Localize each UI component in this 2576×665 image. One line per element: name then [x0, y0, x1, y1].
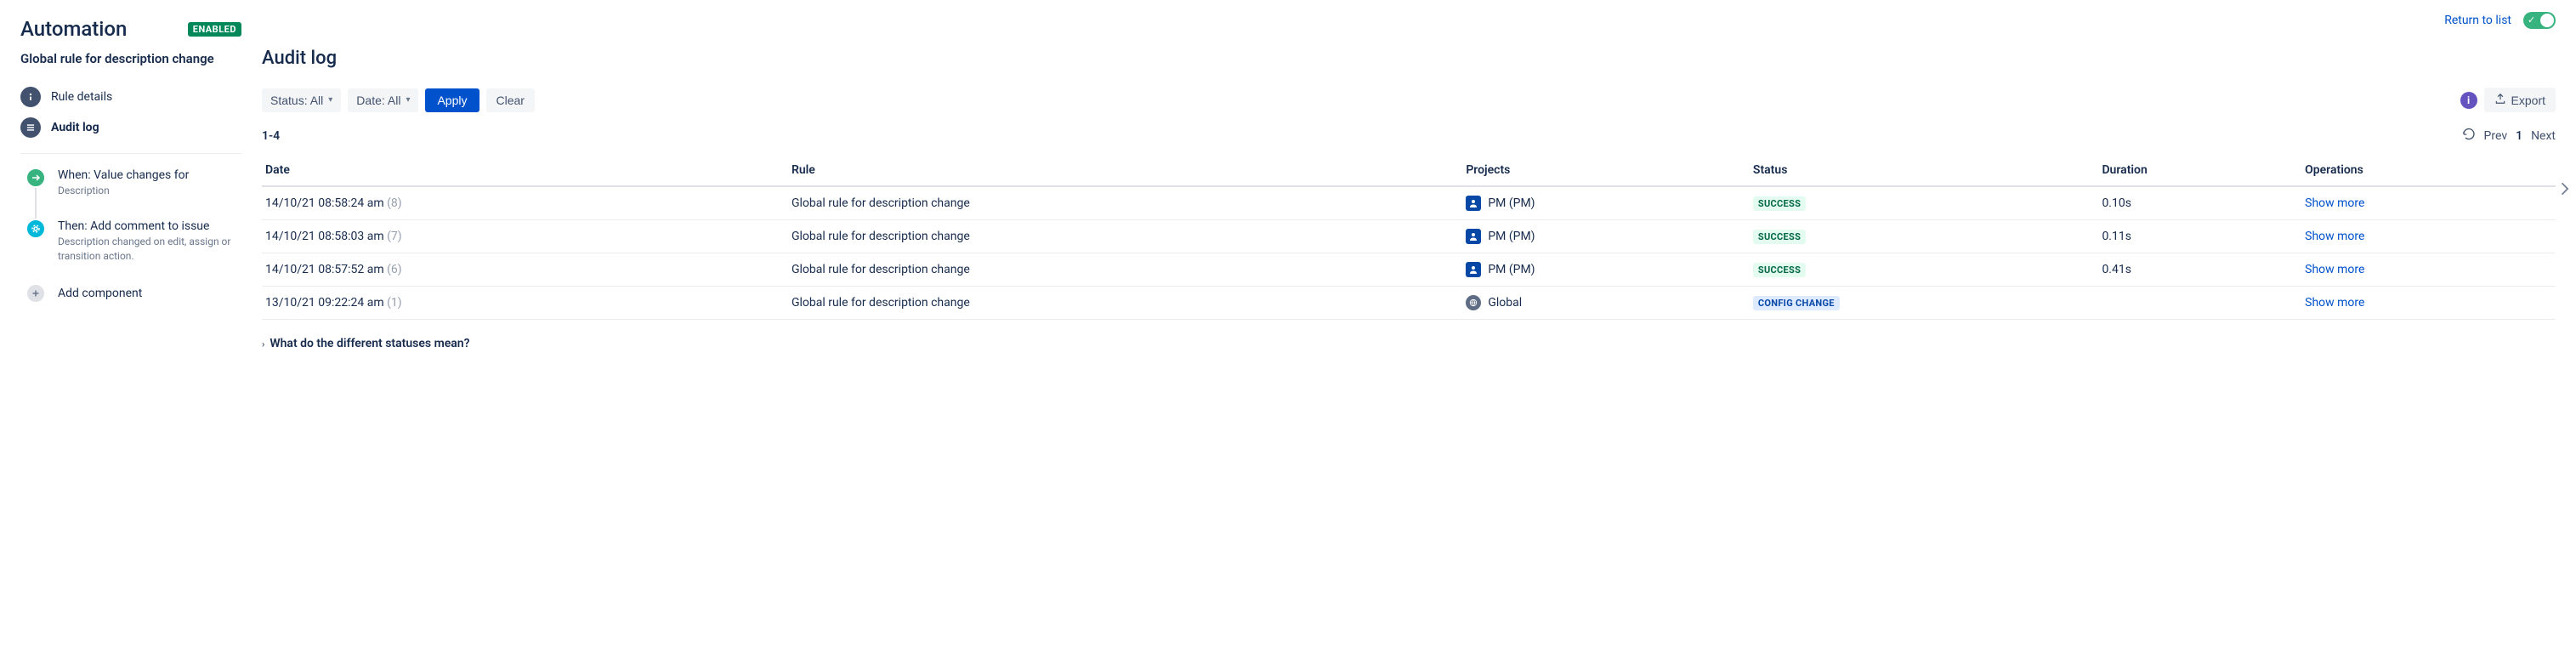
rule-enabled-toggle[interactable]: ✓	[2523, 12, 2556, 29]
cell-project: PM (PM)	[1462, 220, 1750, 253]
sidebar-item-label: Rule details	[51, 90, 112, 104]
return-to-list-link[interactable]: Return to list	[2444, 14, 2511, 27]
cell-rule: Global rule for description change	[788, 253, 1462, 287]
col-date: Date	[262, 156, 788, 186]
export-label: Export	[2511, 94, 2545, 107]
chevron-down-icon: ▾	[406, 95, 410, 105]
filter-label: Status: All	[270, 94, 323, 107]
col-duration: Duration	[2098, 156, 2301, 186]
next-page-link[interactable]: Next	[2531, 129, 2556, 143]
step-desc: Description	[58, 184, 189, 198]
cell-rule: Global rule for description change	[788, 220, 1462, 253]
info-icon	[20, 87, 41, 107]
show-more-link[interactable]: Show more	[2305, 230, 2364, 243]
cell-status: SUCCESS	[1750, 220, 2099, 253]
pager: Prev 1 Next	[2462, 128, 2556, 145]
cell-duration	[2098, 287, 2301, 320]
table-row: 14/10/21 08:58:24 am (8)Global rule for …	[262, 186, 2556, 220]
status-badge: SUCCESS	[1753, 196, 1806, 211]
result-count: 1-4	[262, 129, 280, 143]
sidebar-item-rule-details[interactable]: Rule details	[20, 82, 241, 112]
list-icon	[20, 117, 41, 138]
cell-date: 14/10/21 08:58:24 am (8)	[262, 186, 788, 220]
add-component-button[interactable]: Add component	[20, 283, 241, 304]
col-rule: Rule	[788, 156, 1462, 186]
refresh-icon[interactable]	[2462, 128, 2476, 145]
audit-log-table: Date Rule Projects Status Duration Opera…	[262, 156, 2556, 320]
table-row: 14/10/21 08:58:03 am (7)Global rule for …	[262, 220, 2556, 253]
connector-line	[35, 188, 37, 222]
status-badge: SUCCESS	[1753, 230, 1806, 244]
help-info-icon[interactable]: i	[2460, 92, 2477, 109]
show-more-link[interactable]: Show more	[2305, 196, 2364, 210]
current-page: 1	[2516, 129, 2522, 143]
slide-right-arrow[interactable]	[2552, 170, 2576, 207]
step-title: When: Value changes for	[58, 168, 189, 182]
cell-project: PM (PM)	[1462, 186, 1750, 220]
divider	[20, 153, 241, 154]
status-badge: SUCCESS	[1753, 263, 1806, 277]
trigger-icon	[26, 168, 46, 188]
cell-status: CONFIG CHANGE	[1750, 287, 2099, 320]
enabled-badge: ENABLED	[188, 22, 241, 37]
sidebar: Automation ENABLED Global rule for descr…	[20, 17, 241, 350]
checkmark-icon: ✓	[2528, 14, 2535, 26]
cell-project: Global	[1462, 287, 1750, 320]
action-icon	[26, 219, 46, 239]
cell-operations: Show more	[2301, 253, 2556, 287]
cell-date: 13/10/21 09:22:24 am (1)	[262, 287, 788, 320]
status-badge: CONFIG CHANGE	[1753, 296, 1840, 310]
clear-button[interactable]: Clear	[486, 88, 535, 112]
expander-label: What do the different statuses mean?	[270, 337, 469, 350]
show-more-link[interactable]: Show more	[2305, 296, 2364, 310]
cell-duration: 0.11s	[2098, 220, 2301, 253]
main-content: Return to list ✓ Audit log Status: All ▾…	[262, 17, 2556, 350]
section-title: Audit log	[262, 48, 2556, 69]
cell-date: 14/10/21 08:58:03 am (7)	[262, 220, 788, 253]
plus-icon	[26, 283, 46, 304]
status-legend-expander[interactable]: › What do the different statuses mean?	[262, 337, 2556, 350]
col-projects: Projects	[1462, 156, 1750, 186]
globe-icon	[1466, 295, 1481, 310]
step-title: Then: Add comment to issue	[58, 219, 241, 233]
date-filter-dropdown[interactable]: Date: All ▾	[348, 88, 418, 112]
cell-project: PM (PM)	[1462, 253, 1750, 287]
sidebar-item-audit-log[interactable]: Audit log	[20, 112, 241, 143]
page-title: Automation	[20, 17, 127, 41]
chevron-down-icon: ▾	[328, 95, 332, 105]
cell-rule: Global rule for description change	[788, 287, 1462, 320]
rule-step-action[interactable]: Then: Add comment to issue Description c…	[26, 219, 241, 284]
sidebar-item-label: Audit log	[51, 121, 99, 134]
prev-page-link[interactable]: Prev	[2484, 129, 2508, 143]
cell-duration: 0.10s	[2098, 186, 2301, 220]
add-component-label: Add component	[58, 287, 142, 300]
cell-operations: Show more	[2301, 287, 2556, 320]
export-icon	[2494, 93, 2506, 107]
cell-operations: Show more	[2301, 186, 2556, 220]
project-avatar-icon	[1466, 262, 1481, 277]
chevron-right-icon: ›	[262, 338, 264, 350]
status-filter-dropdown[interactable]: Status: All ▾	[262, 88, 341, 112]
cell-status: SUCCESS	[1750, 186, 2099, 220]
cell-date: 14/10/21 08:57:52 am (6)	[262, 253, 788, 287]
table-row: 14/10/21 08:57:52 am (6)Global rule for …	[262, 253, 2556, 287]
export-button[interactable]: Export	[2484, 88, 2556, 112]
toggle-knob	[2540, 14, 2554, 27]
table-row: 13/10/21 09:22:24 am (1)Global rule for …	[262, 287, 2556, 320]
step-desc: Description changed on edit, assign or t…	[58, 235, 241, 264]
project-avatar-icon	[1466, 229, 1481, 244]
cell-rule: Global rule for description change	[788, 186, 1462, 220]
project-avatar-icon	[1466, 196, 1481, 211]
apply-button[interactable]: Apply	[425, 88, 479, 112]
cell-duration: 0.41s	[2098, 253, 2301, 287]
cell-operations: Show more	[2301, 220, 2556, 253]
col-status: Status	[1750, 156, 2099, 186]
rule-step-trigger[interactable]: When: Value changes for Description	[26, 168, 241, 219]
col-operations: Operations	[2301, 156, 2556, 186]
cell-status: SUCCESS	[1750, 253, 2099, 287]
show-more-link[interactable]: Show more	[2305, 263, 2364, 276]
rule-name: Global rule for description change	[20, 51, 241, 66]
filter-label: Date: All	[356, 94, 400, 107]
